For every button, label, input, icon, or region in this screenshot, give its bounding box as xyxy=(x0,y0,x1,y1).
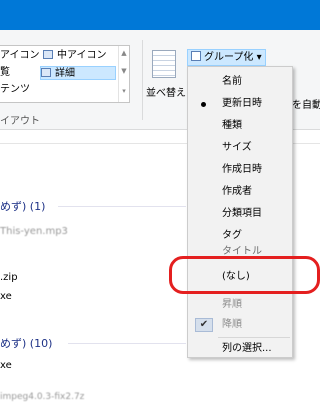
menu-item-author[interactable]: 作成者 xyxy=(188,182,292,202)
menu-separator xyxy=(218,337,290,338)
more-icon[interactable]: ▾ xyxy=(119,81,129,101)
group-header-line xyxy=(58,206,186,207)
menu-item-label: 降順 xyxy=(222,319,242,330)
group-by-button[interactable]: グループ化 ▾ xyxy=(187,49,266,66)
layout-details[interactable]: 詳細 xyxy=(40,66,116,80)
autofit-columns-button[interactable]: を自動 xyxy=(292,96,320,111)
menu-item-size[interactable]: サイズ xyxy=(188,138,292,158)
file-row[interactable]: impeg4.0.3-fix2.7z xyxy=(0,392,84,402)
menu-item-label: 作成者 xyxy=(222,186,252,197)
file-row[interactable]: This-yen.mp3 xyxy=(0,226,68,237)
layout-gallery-scroll[interactable]: ▲ ▼ ▾ xyxy=(118,46,129,102)
menu-item-name[interactable]: 名前 xyxy=(188,72,292,92)
menu-item-label: 昇順 xyxy=(222,299,242,310)
group-header[interactable]: めず) (10) xyxy=(0,335,52,351)
ribbon-divider xyxy=(142,40,143,120)
checkmark-icon: ✔ xyxy=(195,318,213,332)
menu-item-label: 更新日時 xyxy=(222,98,262,109)
layout-label: 中アイコン xyxy=(57,50,107,61)
chevron-up-icon[interactable]: ▲ xyxy=(119,46,129,61)
group-header-line xyxy=(68,343,186,344)
layout-medium-icons[interactable]: 中アイコン xyxy=(43,49,107,63)
layout-list[interactable]: 覧 xyxy=(0,66,10,80)
menu-item-descending[interactable]: ✔ 降順 xyxy=(188,315,292,335)
layout-label: アイコン xyxy=(0,50,40,61)
layout-label: テンツ xyxy=(0,84,30,95)
menu-item-label: 分類項目 xyxy=(222,208,262,219)
medium-icons-icon xyxy=(43,50,53,59)
chevron-down-icon[interactable]: ▼ xyxy=(119,61,129,81)
annotation-highlight-oval xyxy=(169,256,320,294)
group-header[interactable]: めず) (1) xyxy=(0,198,45,214)
selected-bullet-icon xyxy=(201,102,206,107)
layout-label: 覧 xyxy=(0,67,10,78)
menu-item-category[interactable]: 分類項目 xyxy=(188,204,292,224)
file-row[interactable]: xe xyxy=(0,291,12,302)
layout-large-icons[interactable]: アイコン xyxy=(0,49,40,63)
menu-item-ascending[interactable]: 昇順 xyxy=(188,295,292,315)
layout-label: 詳細 xyxy=(55,68,75,79)
menu-item-label: 列の選択... xyxy=(222,343,272,354)
sort-by-label: 並べ替え xyxy=(146,88,186,99)
group-by-icon xyxy=(191,51,201,61)
menu-item-modified[interactable]: 更新日時 xyxy=(188,94,292,114)
group-by-label: グループ化 xyxy=(204,52,254,63)
layout-group-label: イアウト xyxy=(0,116,40,127)
menu-item-label: サイズ xyxy=(222,142,252,153)
group-by-menu: 名前 更新日時 種類 サイズ 作成日時 作成者 分類項目 タグ タイトル (なし… xyxy=(187,66,293,358)
menu-item-label: 種類 xyxy=(222,120,242,131)
file-row[interactable]: xe xyxy=(0,360,12,371)
menu-item-created[interactable]: 作成日時 xyxy=(188,160,292,180)
menu-item-label: タグ xyxy=(222,230,242,241)
file-row[interactable]: .zip xyxy=(0,272,18,283)
menu-item-type[interactable]: 種類 xyxy=(188,116,292,136)
menu-item-choose-columns[interactable]: 列の選択... xyxy=(188,339,292,359)
menu-item-label: 作成日時 xyxy=(222,164,262,175)
menu-item-tags[interactable]: タグ xyxy=(188,226,292,246)
sort-icon[interactable] xyxy=(152,50,176,78)
window-titlebar xyxy=(0,0,320,30)
file-name: This-yen.mp3 xyxy=(0,226,68,237)
layout-content[interactable]: テンツ xyxy=(0,83,30,97)
details-icon xyxy=(41,68,51,77)
chevron-down-icon: ▾ xyxy=(253,52,262,63)
menu-item-label: 名前 xyxy=(222,76,242,87)
